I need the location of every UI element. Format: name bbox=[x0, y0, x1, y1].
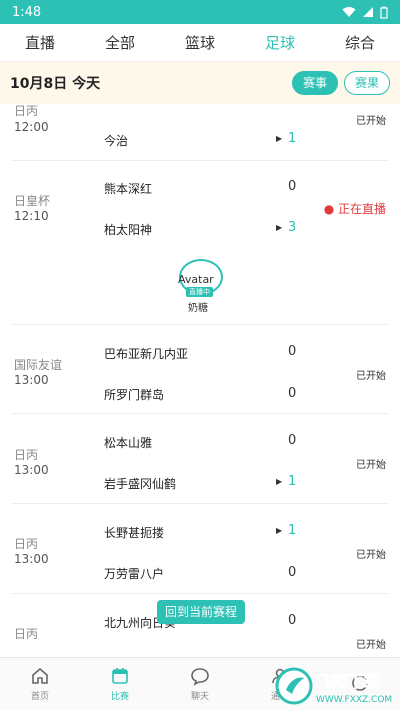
nav-home-label: 首页 bbox=[30, 692, 49, 702]
team-home: 松本山雅 bbox=[104, 436, 153, 450]
match-status: 已开始 bbox=[356, 460, 386, 471]
match-league: 日皇杯 bbox=[14, 194, 51, 208]
match-time: 13:00 bbox=[14, 373, 49, 387]
team-away: 所罗门群岛 bbox=[104, 388, 165, 402]
anchor-name: 奶糖 bbox=[188, 303, 208, 314]
nav-matches-label: 比赛 bbox=[110, 692, 129, 702]
team-away: 万劳雷八户 bbox=[104, 567, 165, 581]
battery-icon bbox=[380, 6, 388, 19]
home-icon bbox=[32, 668, 48, 684]
score-home: 1 bbox=[288, 523, 297, 538]
match-status: 已开始 bbox=[356, 116, 386, 127]
avatar-alt-text: Avatar bbox=[178, 273, 214, 286]
live-status: ● 正在直播 bbox=[323, 202, 386, 216]
match-list[interactable]: 日丙 12:00 今治 ▶ 1 已开始 日皇杯 12:10 熊本深红 0 柏太阳… bbox=[0, 104, 400, 657]
play-icon: ▶ bbox=[276, 477, 283, 486]
team-away: 今治 bbox=[104, 134, 129, 148]
play-icon: ▶ bbox=[276, 223, 283, 232]
system-icons bbox=[342, 6, 388, 19]
date-label[interactable]: 10月8日 今天 bbox=[10, 73, 286, 93]
score-home: 0 bbox=[288, 613, 297, 628]
date-bar: 10月8日 今天 赛事 赛果 bbox=[0, 62, 400, 104]
anchor-card[interactable]: Avatar 直播中 奶糖 bbox=[160, 257, 240, 315]
wifi-icon bbox=[342, 7, 356, 17]
tab-all[interactable]: 全部 bbox=[80, 24, 160, 61]
score-away: 0 bbox=[288, 386, 297, 401]
match-time: 12:00 bbox=[14, 120, 49, 134]
back-to-current-button[interactable]: 回到当前赛程 bbox=[157, 600, 245, 624]
tab-basketball[interactable]: 篮球 bbox=[160, 24, 240, 61]
score-away: 1 bbox=[288, 474, 297, 489]
tab-football[interactable]: 足球 bbox=[240, 24, 320, 61]
tab-other[interactable]: 综合 bbox=[320, 24, 400, 61]
play-icon: ▶ bbox=[276, 526, 283, 535]
match-time: 12:10 bbox=[14, 209, 49, 223]
match-league: 日丙 bbox=[14, 448, 39, 462]
nav-chat-label: 聊天 bbox=[190, 692, 209, 702]
match-item[interactable]: 日皇杯 12:10 熊本深红 0 柏太阳神 ▶ 3 ● 正在直播 Avatar … bbox=[0, 161, 400, 325]
team-away: 柏太阳神 bbox=[104, 223, 153, 237]
match-item[interactable]: 日丙 12:00 今治 ▶ 1 已开始 bbox=[0, 104, 400, 161]
chat-icon bbox=[191, 668, 209, 686]
watermark-url: WWW.FXXZ.COM bbox=[316, 695, 392, 705]
status-bar: 1:48 bbox=[0, 0, 400, 24]
nav-home[interactable]: 首页 bbox=[0, 658, 80, 710]
score-home: 0 bbox=[288, 433, 297, 448]
nav-chat[interactable]: 聊天 bbox=[160, 658, 240, 710]
team-home: 巴布亚新几内亚 bbox=[104, 347, 189, 361]
score-away: 3 bbox=[288, 220, 297, 235]
live-badge: 直播中 bbox=[186, 287, 213, 297]
team-home: 熊本深红 bbox=[104, 182, 153, 196]
match-item[interactable]: 日丙 13:00 松本山雅 0 岩手盛冈仙鹤 ▶ 1 已开始 bbox=[0, 414, 400, 504]
match-item[interactable]: 国际友谊 13:00 巴布亚新几内亚 0 所罗门群岛 0 已开始 bbox=[0, 325, 400, 414]
score-away: 0 bbox=[288, 565, 297, 580]
results-button[interactable]: 赛果 bbox=[343, 71, 390, 95]
watermark-logo: 飞翔下载 WWW.FXXZ.COM bbox=[275, 667, 392, 705]
tab-live[interactable]: 直播 bbox=[0, 24, 80, 61]
match-league: 日丙 bbox=[14, 627, 39, 641]
match-status: 已开始 bbox=[356, 640, 386, 651]
nav-matches[interactable]: 比赛 bbox=[80, 658, 160, 710]
team-home: 长野甚扼搂 bbox=[104, 526, 165, 540]
score-home: 0 bbox=[288, 344, 297, 359]
clock: 1:48 bbox=[12, 4, 42, 20]
team-away: 岩手盛冈仙鹤 bbox=[104, 477, 177, 491]
live-status-label: 正在直播 bbox=[337, 202, 386, 216]
match-time: 13:00 bbox=[14, 463, 49, 477]
match-league: 国际友谊 bbox=[14, 358, 63, 372]
match-time: 13:00 bbox=[14, 552, 49, 566]
calendar-icon bbox=[112, 668, 128, 684]
play-icon: ▶ bbox=[276, 134, 283, 143]
match-league: 日丙 bbox=[14, 537, 39, 551]
match-status: 已开始 bbox=[356, 550, 386, 561]
sport-tabs: 直播 全部 篮球 足球 综合 bbox=[0, 24, 400, 62]
match-league: 日丙 bbox=[14, 104, 39, 118]
events-button[interactable]: 赛事 bbox=[291, 71, 338, 95]
match-item[interactable]: 日丙 13:00 长野甚扼搂 ▶ 1 万劳雷八户 0 已开始 bbox=[0, 504, 400, 594]
match-status: 已开始 bbox=[356, 371, 386, 382]
watermark-text: 飞翔下载 bbox=[316, 672, 380, 691]
score-away: 1 bbox=[288, 131, 297, 146]
signal-icon bbox=[363, 7, 373, 17]
score-home: 0 bbox=[288, 179, 297, 194]
